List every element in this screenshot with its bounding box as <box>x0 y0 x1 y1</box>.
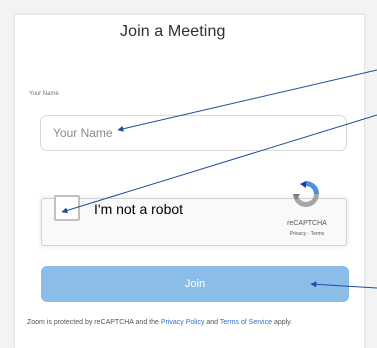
page-title: Join a Meeting <box>120 23 226 40</box>
join-button[interactable]: Join <box>41 266 349 302</box>
recaptcha-brand: reCAPTCHA <box>287 220 327 227</box>
recaptcha-privacy-link[interactable]: Privacy <box>290 231 306 237</box>
robot-checkbox-label: I'm not a robot <box>94 201 184 217</box>
name-input[interactable] <box>40 115 347 151</box>
notice-suffix: apply. <box>272 319 293 326</box>
recaptcha-links: Privacy - Terms <box>276 231 338 237</box>
name-label: Your Name <box>29 91 59 97</box>
recaptcha-notice: Zoom is protected by reCAPTCHA and the P… <box>27 319 292 326</box>
terms-of-service-link[interactable]: Terms of Service <box>220 319 272 326</box>
recaptcha-icon <box>293 181 319 207</box>
notice-prefix: Zoom is protected by reCAPTCHA and the <box>27 319 161 326</box>
robot-checkbox[interactable] <box>54 195 80 221</box>
notice-and: and <box>204 319 220 326</box>
privacy-policy-link[interactable]: Privacy Policy <box>161 319 205 326</box>
recaptcha-terms-link[interactable]: Terms <box>311 231 325 237</box>
